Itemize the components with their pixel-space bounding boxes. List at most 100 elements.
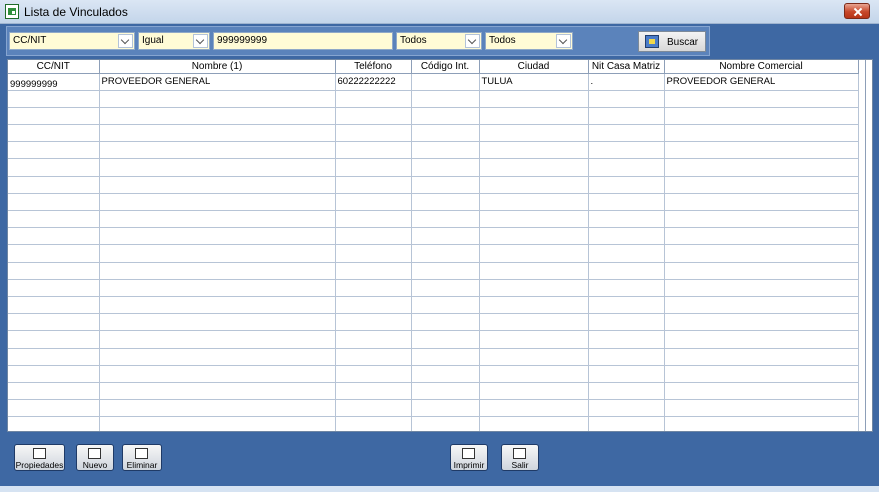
eraser-icon (135, 448, 148, 459)
delete-button-label: Eliminar (126, 460, 158, 470)
filter2-select[interactable]: Todos (485, 32, 573, 50)
table-cell (664, 90, 859, 108)
table-cell (664, 313, 859, 332)
printer-icon (462, 448, 475, 459)
empty-table-row[interactable] (8, 124, 859, 143)
table-cell (479, 279, 589, 297)
empty-table-row[interactable] (8, 279, 859, 297)
table-cell (588, 382, 665, 401)
table-cell (479, 262, 589, 280)
table-cell (335, 313, 412, 332)
new-button[interactable]: Nuevo (76, 444, 114, 471)
column-header[interactable]: Código Int. (411, 60, 480, 74)
table-cell (664, 244, 859, 263)
operator-select[interactable]: Igual (138, 32, 210, 50)
table-cell (479, 107, 589, 126)
empty-table-row[interactable] (8, 382, 859, 401)
table-cell (335, 365, 412, 383)
empty-table-row[interactable] (8, 141, 859, 160)
empty-table-row[interactable] (8, 296, 859, 315)
empty-table-row[interactable] (8, 107, 859, 126)
table-cell (411, 73, 480, 91)
table-cell (99, 330, 336, 349)
window-title: Lista de Vinculados (24, 5, 128, 19)
table-cell (335, 90, 412, 108)
column-header[interactable]: Nombre (1) (99, 60, 336, 74)
empty-table-row[interactable] (8, 90, 859, 108)
table-cell (411, 313, 480, 332)
filter1-select-value: Todos (400, 35, 427, 46)
table-cell (8, 158, 100, 177)
table-cell (335, 262, 412, 280)
table-cell (588, 210, 665, 229)
empty-table-row[interactable] (8, 416, 859, 431)
chevron-down-icon[interactable] (465, 34, 480, 48)
empty-table-row[interactable] (8, 244, 859, 263)
column-header[interactable]: Ciudad (479, 60, 589, 74)
table-cell (335, 158, 412, 177)
table-cell (8, 107, 100, 126)
table-cell (411, 107, 480, 126)
close-window-button[interactable] (844, 3, 870, 19)
table-cell (588, 193, 665, 212)
filter1-select[interactable]: Todos (396, 32, 482, 50)
exit-door-icon (513, 448, 526, 459)
table-cell (99, 382, 336, 401)
new-document-icon (88, 448, 101, 459)
empty-table-row[interactable] (8, 330, 859, 349)
table-cell (479, 313, 589, 332)
table-cell (664, 399, 859, 418)
table-cell (588, 244, 665, 263)
filter2-select-value: Todos (489, 35, 516, 46)
table-cell (335, 416, 412, 431)
table-cell (479, 158, 589, 177)
table-cell (335, 382, 412, 401)
delete-button[interactable]: Eliminar (122, 444, 162, 471)
column-header[interactable]: CC/NIT (8, 60, 100, 74)
field-select[interactable]: CC/NIT (9, 32, 135, 50)
properties-button-label: Propiedades (15, 460, 64, 470)
table-cell (664, 158, 859, 177)
empty-table-row[interactable] (8, 313, 859, 332)
empty-table-row[interactable] (8, 399, 859, 418)
empty-table-row[interactable] (8, 348, 859, 366)
properties-icon (32, 448, 46, 459)
table-cell: PROVEEDOR GENERAL (664, 73, 859, 91)
table-cell (588, 365, 665, 383)
vinculados-grid[interactable]: CC/NIT Nombre (1) Teléfono Código Int. C… (7, 59, 873, 432)
table-cell (335, 141, 412, 160)
empty-table-row[interactable] (8, 210, 859, 229)
empty-table-row[interactable] (8, 262, 859, 280)
column-header[interactable]: Nit Casa Matriz (588, 60, 665, 74)
table-cell (335, 227, 412, 246)
exit-button[interactable]: Salir (501, 444, 539, 471)
table-cell (479, 244, 589, 263)
column-header[interactable]: Teléfono (335, 60, 412, 74)
table-cell (479, 210, 589, 229)
table-row[interactable]: 999999999 PROVEEDOR GENERAL 60222222222 … (8, 73, 859, 91)
new-button-label: Nuevo (82, 460, 108, 470)
table-cell (411, 141, 480, 160)
chevron-down-icon[interactable] (193, 34, 208, 48)
print-button[interactable]: Imprimir (450, 444, 488, 471)
search-button[interactable]: Buscar (638, 31, 706, 52)
table-cell (99, 124, 336, 143)
properties-button[interactable]: Propiedades (14, 444, 65, 471)
empty-table-row[interactable] (8, 365, 859, 383)
table-cell (411, 90, 480, 108)
empty-table-row[interactable] (8, 227, 859, 246)
table-cell (411, 227, 480, 246)
table-cell (588, 296, 665, 315)
table-cell (664, 176, 859, 194)
search-input[interactable]: 999999999 (213, 32, 393, 50)
table-cell (479, 141, 589, 160)
empty-table-row[interactable] (8, 176, 859, 194)
table-cell (8, 176, 100, 194)
grid-edge (865, 60, 866, 431)
column-header[interactable]: Nombre Comercial (664, 60, 859, 74)
chevron-down-icon[interactable] (556, 34, 571, 48)
chevron-down-icon[interactable] (118, 34, 133, 48)
table-cell (588, 416, 665, 431)
empty-table-row[interactable] (8, 158, 859, 177)
empty-table-row[interactable] (8, 193, 859, 212)
